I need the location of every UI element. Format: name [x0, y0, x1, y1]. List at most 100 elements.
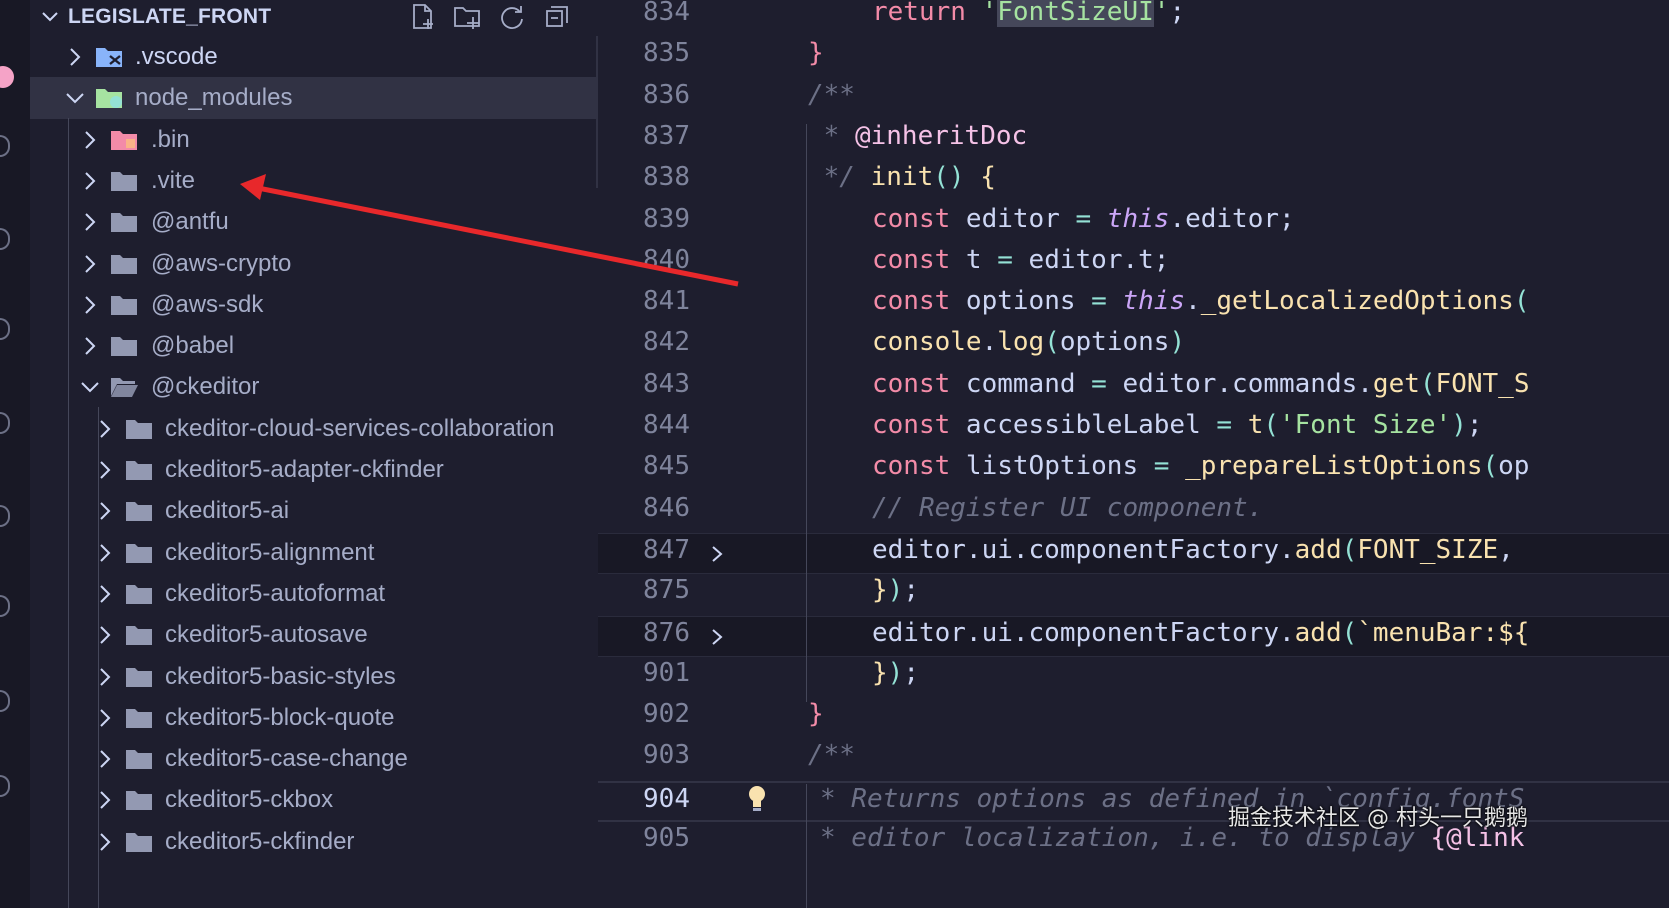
chevron-right-icon[interactable]: [79, 129, 101, 151]
code-token: ): [887, 575, 904, 606]
folder-icon: [124, 664, 154, 690]
line-number: 905: [643, 823, 690, 853]
code-line[interactable]: 902}: [598, 698, 1669, 739]
code-line[interactable]: 842 console.log(options): [598, 326, 1669, 367]
fold-chevron-icon[interactable]: [707, 544, 727, 564]
tree-item[interactable]: ckeditor5-ckfinder: [30, 821, 598, 862]
chevron-right-icon[interactable]: [79, 294, 101, 316]
code-line[interactable]: 844 const accessibleLabel = t('Font Size'…: [598, 409, 1669, 450]
explorer-header: LEGISLATE_FRONT: [30, 0, 598, 36]
tree-item[interactable]: ckeditor5-case-change: [30, 738, 598, 779]
code-token: */: [808, 162, 871, 193]
vscode-folder-icon: [94, 44, 124, 70]
code-token: =: [1091, 286, 1123, 317]
folder-open-icon: [109, 374, 139, 400]
remote-explorer-icon[interactable]: [0, 412, 10, 434]
code-line[interactable]: 875});: [598, 574, 1669, 615]
tree-item[interactable]: ckeditor5-basic-styles: [30, 656, 598, 697]
code-line[interactable]: 846 // Register UI component.: [598, 492, 1669, 533]
chevron-down-icon[interactable]: [64, 87, 86, 109]
code-line[interactable]: 845 const listOptions = _prepareListOptio…: [598, 450, 1669, 491]
tree-item[interactable]: .bin: [30, 119, 598, 160]
docker-icon[interactable]: [0, 690, 10, 712]
tree-item[interactable]: @antfu: [30, 201, 598, 242]
code-text: }: [808, 38, 824, 68]
code-token: }: [872, 575, 888, 606]
run-debug-icon[interactable]: [0, 228, 10, 250]
chevron-right-icon[interactable]: [79, 170, 101, 192]
chevron-right-icon[interactable]: [79, 211, 101, 233]
code-token: add: [1294, 534, 1342, 565]
tree-item-label: @antfu: [151, 208, 229, 236]
code-line[interactable]: 836 /**: [598, 79, 1669, 120]
new-file-icon[interactable]: [408, 2, 438, 32]
line-number: 839: [643, 203, 690, 234]
code-line[interactable]: 834 return 'FontSizeUI';: [598, 0, 1669, 37]
code-token: (: [1419, 368, 1436, 399]
code-token: ;: [903, 575, 919, 606]
folder-icon: [124, 829, 154, 855]
chevron-right-icon[interactable]: [79, 253, 101, 275]
code-line[interactable]: 903 /**: [598, 739, 1669, 780]
chevron-right-icon[interactable]: [79, 335, 101, 357]
tree-item[interactable]: @aws-sdk: [30, 284, 598, 325]
code-line[interactable]: 840 const t = editor.t;: [598, 244, 1669, 285]
line-number: 846: [643, 492, 690, 523]
tree-item[interactable]: .vscode: [30, 36, 598, 77]
workspace-title[interactable]: LEGISLATE_FRONT: [68, 5, 271, 29]
code-line[interactable]: 847 editor.ui.componentFactory.add(FONT_S…: [598, 532, 1669, 575]
tree-item[interactable]: @babel: [30, 325, 598, 366]
database-icon[interactable]: [0, 775, 10, 797]
code-token: =: [997, 244, 1029, 275]
tree-item[interactable]: ckeditor5-autosave: [30, 614, 598, 655]
code-editor[interactable]: 834 return 'FontSizeUI'; 835} 836/** 837 * @…: [598, 0, 1669, 908]
notification-badge[interactable]: [0, 66, 14, 88]
testing-icon[interactable]: [0, 505, 10, 527]
tree-item[interactable]: ckeditor5-ai: [30, 490, 598, 531]
code-line[interactable]: 839 const editor = this.editor;: [598, 203, 1669, 244]
tree-item[interactable]: ckeditor5-adapter-ckfinder: [30, 449, 598, 490]
tree-item[interactable]: node_modules: [30, 77, 598, 119]
code-token: editor.ui.componentFactory.: [872, 617, 1295, 648]
line-number: 847: [643, 534, 690, 565]
timeline-icon[interactable]: [0, 595, 10, 617]
tree-item[interactable]: ckeditor-cloud-services-collaboration: [30, 408, 598, 449]
new-folder-icon[interactable]: [452, 2, 482, 32]
tree-item[interactable]: @ckeditor: [30, 366, 598, 407]
tree-item-label: ckeditor5-ckbox: [165, 786, 334, 814]
code-line[interactable]: 837 * @inheritDoc: [598, 120, 1669, 161]
refresh-icon[interactable]: [497, 2, 527, 32]
fold-chevron-icon[interactable]: [707, 627, 727, 647]
tree-item[interactable]: @aws-crypto: [30, 243, 598, 284]
code-token: editor.t;: [1028, 244, 1170, 275]
line-number: 844: [643, 410, 690, 440]
tree-item[interactable]: ckeditor5-alignment: [30, 532, 598, 573]
chevron-down-icon[interactable]: [79, 376, 101, 398]
tree-item-label: node_modules: [135, 84, 293, 112]
line-number: 841: [643, 286, 690, 317]
code-token: ,: [1498, 534, 1514, 565]
tree-item-label: ckeditor5-block-quote: [165, 703, 395, 731]
source-control-icon[interactable]: [0, 135, 10, 157]
tree-item[interactable]: ckeditor5-ckbox: [30, 779, 598, 820]
collapse-all-icon[interactable]: [542, 2, 572, 32]
code-line[interactable]: 876 editor.ui.componentFactory.add(`menuB…: [598, 615, 1669, 657]
code-line[interactable]: 838 */ init() {: [598, 161, 1669, 202]
code-token: t: [965, 244, 998, 275]
code-text: // Register UI component.: [872, 493, 1263, 523]
tree-item[interactable]: ckeditor5-autoformat: [30, 573, 598, 614]
folder-icon: [109, 168, 139, 194]
code-line[interactable]: 843 const command = editor.commands.get(F…: [598, 368, 1669, 409]
code-line[interactable]: 835}: [598, 37, 1669, 78]
extensions-icon[interactable]: [0, 318, 10, 340]
tree-item[interactable]: ckeditor5-block-quote: [30, 697, 598, 738]
code-line[interactable]: 901});: [598, 657, 1669, 698]
chevron-right-icon[interactable]: [64, 46, 86, 68]
code-line[interactable]: 841 const options = this._getLocalizedOpt…: [598, 285, 1669, 326]
code-token: }: [872, 657, 888, 688]
tree-item[interactable]: .vite: [30, 160, 598, 201]
line-number: 875: [643, 575, 690, 606]
lightbulb-icon[interactable]: [746, 784, 768, 814]
tree-item-label: @ckeditor: [151, 373, 260, 401]
chevron-down-icon[interactable]: [40, 6, 60, 28]
